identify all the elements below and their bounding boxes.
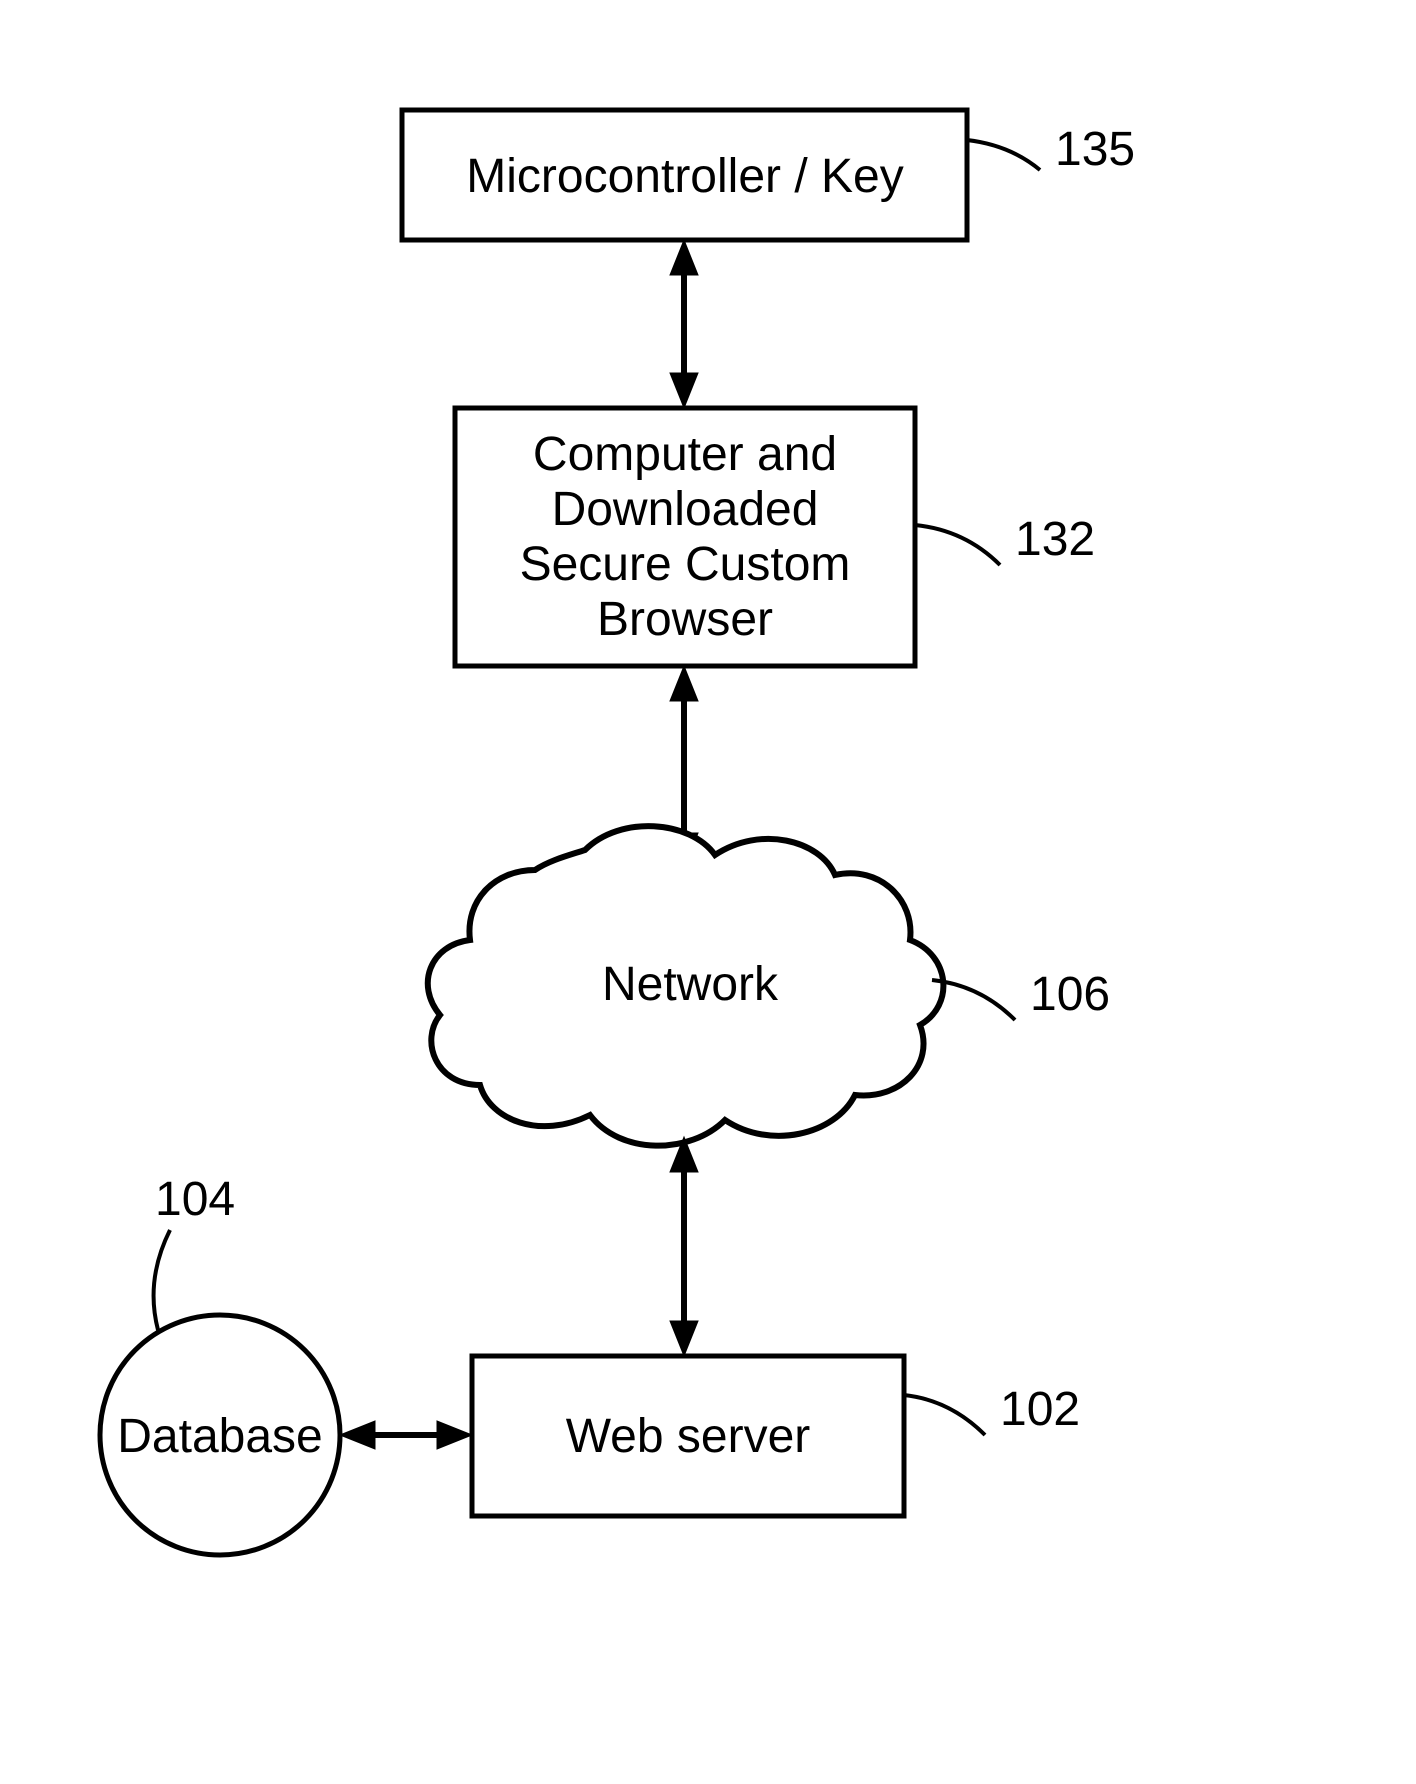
ref-135: 135 [1055,123,1135,176]
microcontroller-label: Microcontroller / Key [466,150,903,203]
computer-line2: Downloaded [552,483,819,536]
ref-132: 132 [1015,513,1095,566]
callout-135 [967,140,1040,170]
arrow-micro-computer [670,240,698,408]
computer-line3: Secure Custom [520,538,851,591]
callout-132 [915,525,1000,565]
ref-106: 106 [1030,968,1110,1021]
computer-line1: Computer and [533,428,837,481]
ref-102: 102 [1000,1383,1080,1436]
database-label: Database [117,1410,322,1463]
network-label: Network [602,958,779,1011]
webserver-label: Web server [566,1410,811,1463]
callout-104 [154,1230,170,1330]
computer-line4: Browser [597,593,773,646]
arrow-database-webserver [340,1421,472,1449]
ref-104: 104 [155,1173,235,1226]
arrow-network-webserver [670,1137,698,1356]
callout-102 [904,1395,985,1435]
